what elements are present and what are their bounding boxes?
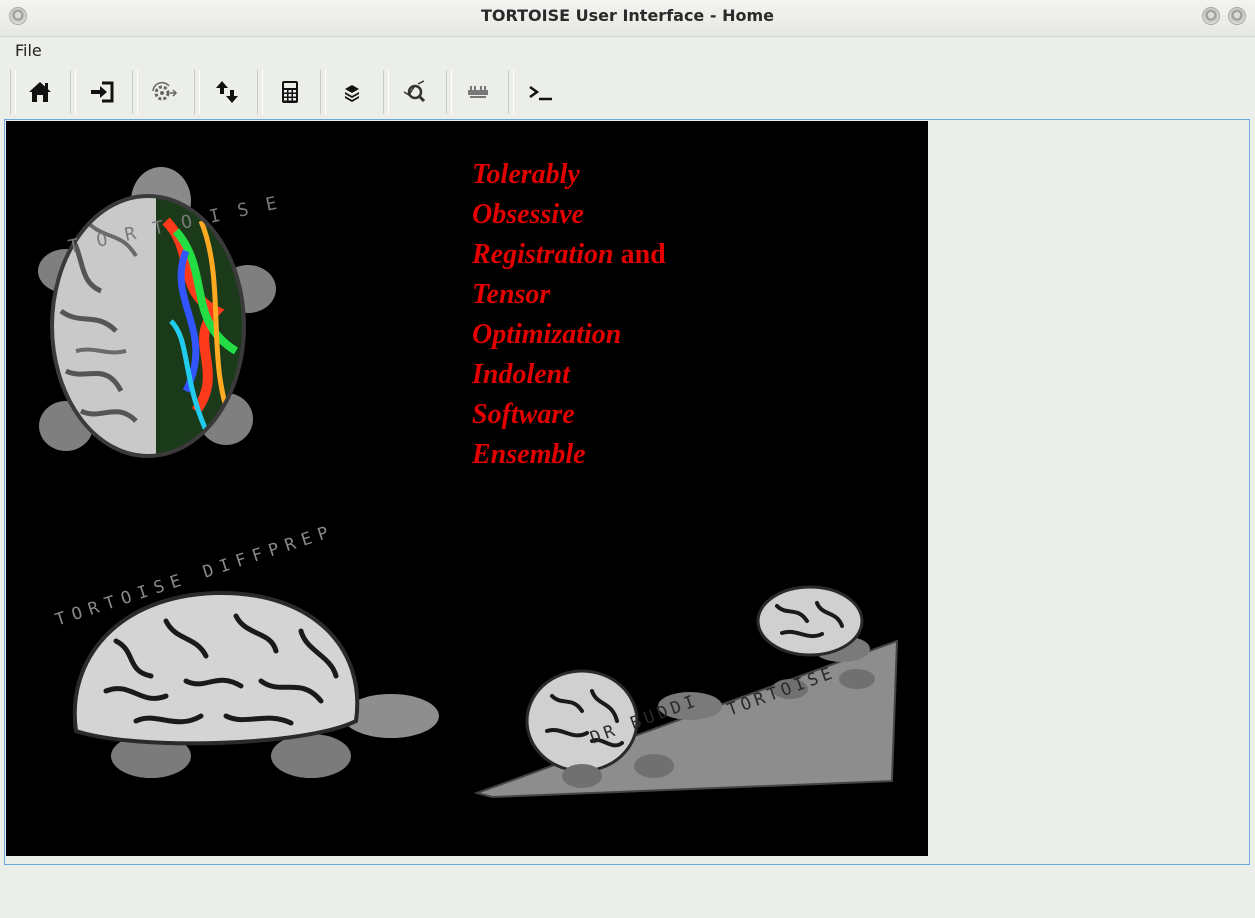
layers-button[interactable]: [329, 72, 375, 112]
pipeline-icon: [468, 86, 488, 98]
toolbar-separator: [194, 70, 200, 114]
process-settings-icon: [152, 81, 178, 101]
acronym-line: Registration and: [472, 239, 666, 270]
upload-download-button[interactable]: [204, 72, 250, 112]
pipeline-button[interactable]: [455, 72, 501, 112]
acronym-line: Ensemble: [472, 439, 586, 470]
menu-file[interactable]: File: [15, 41, 42, 60]
toolbar-separator: [320, 70, 326, 114]
calculator-button[interactable]: [267, 72, 313, 112]
acronym-line: Tensor: [472, 279, 551, 310]
upload-download-icon: [216, 81, 238, 103]
splash-image: TORTOISE Tolerably Obsessive Registratio…: [6, 121, 928, 856]
home-icon: [29, 82, 51, 102]
process-settings-button[interactable]: [141, 72, 187, 112]
window-title: TORTOISE User Interface - Home: [481, 6, 774, 25]
toolbar: [0, 66, 1255, 118]
toolbar-handle[interactable]: [10, 70, 16, 114]
terminal-button[interactable]: [517, 72, 563, 112]
toolbar-separator: [446, 70, 452, 114]
analyze-icon: [403, 80, 426, 103]
analyze-button[interactable]: [392, 72, 438, 112]
toolbar-separator: [257, 70, 263, 114]
import-icon: [91, 81, 114, 103]
title-bar: TORTOISE User Interface - Home: [0, 0, 1255, 37]
terminal-icon: [529, 85, 552, 101]
toolbar-separator: [383, 70, 389, 114]
maximize-button[interactable]: [1228, 7, 1246, 25]
import-button[interactable]: [79, 72, 125, 112]
calculator-icon: [282, 81, 298, 103]
acronym-line: Obsessive: [472, 199, 584, 230]
acronym-line: Tolerably: [472, 159, 580, 190]
acronym-line: Software: [472, 399, 575, 430]
brain-turtle-illustration: [72, 590, 439, 778]
minimize-button[interactable]: [1202, 7, 1220, 25]
toolbar-separator: [70, 70, 76, 114]
menu-bar: File: [0, 36, 1255, 64]
acronym-line: Indolent: [472, 359, 571, 390]
main-view: TORTOISE Tolerably Obsessive Registratio…: [4, 119, 1250, 865]
home-button[interactable]: [17, 72, 63, 112]
acronym-line: Optimization: [472, 319, 622, 350]
status-bar: [0, 868, 1255, 918]
toolbar-separator: [132, 70, 138, 114]
layers-icon: [345, 85, 359, 102]
toolbar-separator: [508, 70, 514, 114]
